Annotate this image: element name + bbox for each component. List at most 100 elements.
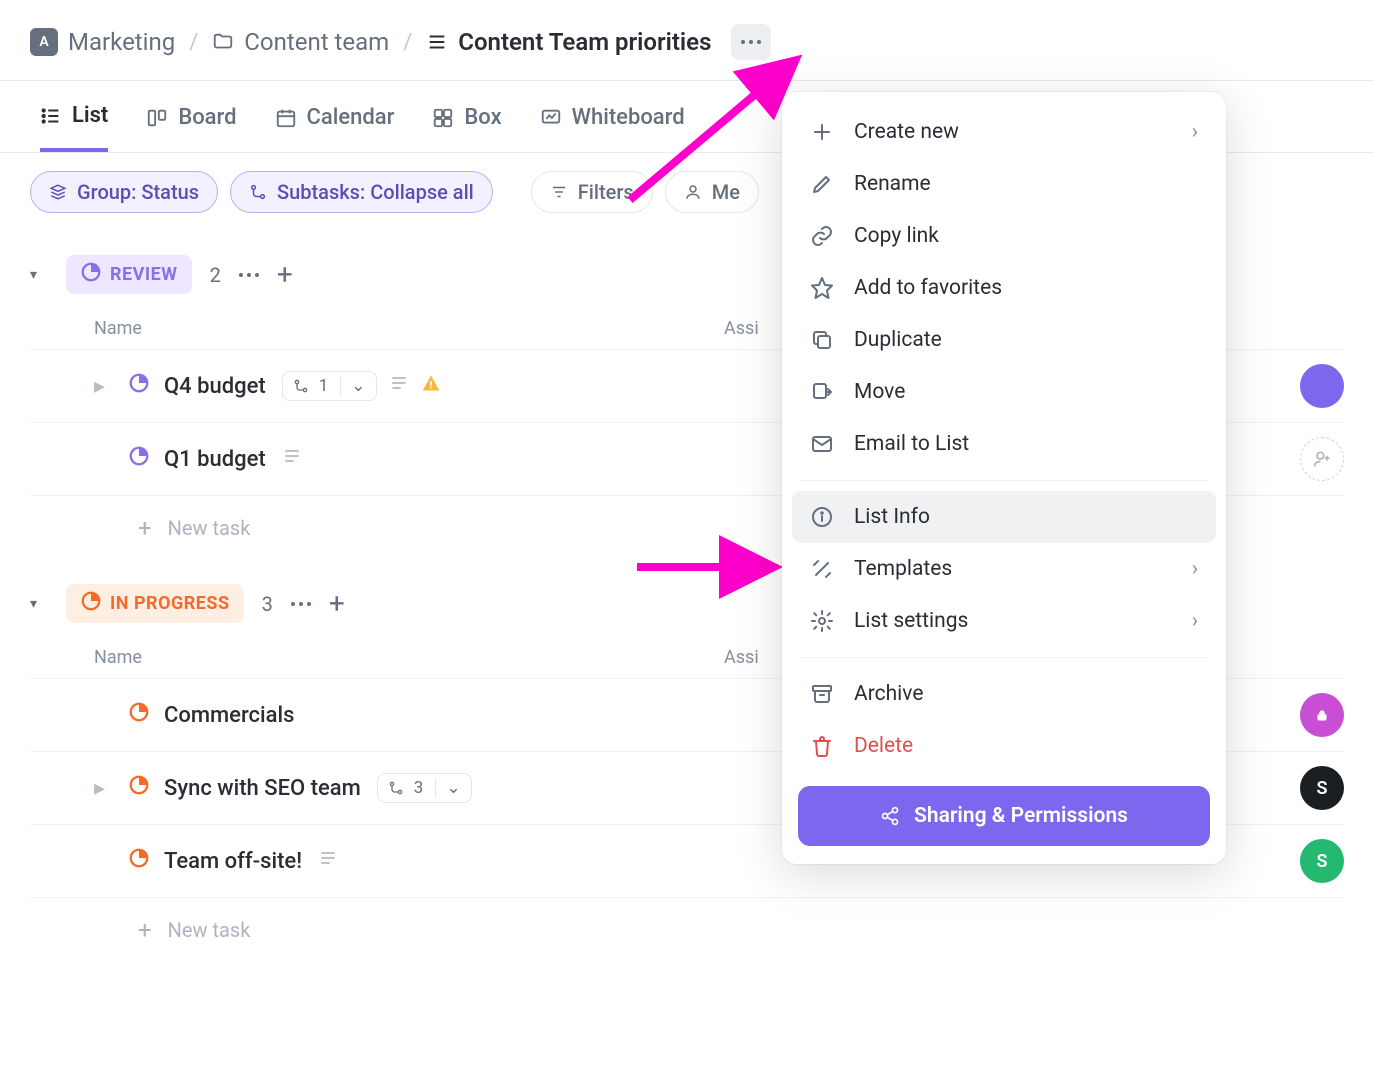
chevron-right-icon: › [1192,120,1198,144]
menu-item-label: Duplicate [854,328,942,352]
status-icon [80,590,102,617]
menu-item-label: List settings [854,609,968,633]
me-button[interactable]: Me [665,171,759,213]
tab-list[interactable]: List [40,103,108,152]
menu-item-delete[interactable]: Delete [782,720,1226,772]
menu-item-copylink[interactable]: Copy link [782,210,1226,262]
new-task-button[interactable]: + New task [30,898,1344,962]
plus-icon [810,120,834,144]
menu-item-rename[interactable]: Rename [782,158,1226,210]
subtask-count-pill[interactable]: 3⌄ [377,773,472,803]
menu-item-favorite[interactable]: Add to favorites [782,262,1226,314]
group-pill[interactable]: Group: Status [30,171,218,213]
task-name: Commercials [164,703,294,728]
description-icon [318,848,338,874]
description-icon [282,446,302,472]
assignee-avatar[interactable]: S [1300,839,1344,883]
task-status-icon[interactable] [128,372,150,400]
task-status-icon[interactable] [128,847,150,875]
chevron-down-icon: ⌄ [435,778,460,798]
filters-button[interactable]: Filters [531,171,653,213]
menu-item-archive[interactable]: Archive [782,668,1226,720]
section-more-button[interactable] [291,602,311,606]
list-icon [40,105,62,127]
group-pill-label: Group: Status [77,180,199,204]
tab-calendar[interactable]: Calendar [275,105,395,150]
menu-item-templates[interactable]: Templates › [782,543,1226,595]
task-status-icon[interactable] [128,701,150,729]
tab-label: Board [178,105,236,130]
breadcrumb-space[interactable]: A Marketing [30,28,175,56]
gear-icon [810,609,834,633]
menu-item-label: Archive [854,682,923,706]
menu-item-label: Copy link [854,224,939,248]
tab-box[interactable]: Box [432,105,501,150]
expand-toggle[interactable]: ▸ [94,374,114,399]
task-name: Q4 budget [164,374,266,399]
menu-item-label: Delete [854,734,913,758]
list-icon [426,31,448,53]
description-icon [389,373,409,399]
whiteboard-icon [540,107,562,129]
breadcrumb-list[interactable]: Content Team priorities [426,28,711,56]
status-label: IN PROGRESS [110,593,230,614]
col-name: Name [94,318,724,339]
subtask-icon [249,183,267,201]
tab-whiteboard[interactable]: Whiteboard [540,105,685,150]
subtasks-pill[interactable]: Subtasks: Collapse all [230,171,493,213]
section-collapse-toggle[interactable]: ▾ [30,267,48,283]
breadcrumb-sep: / [189,30,198,55]
section-more-button[interactable] [239,273,259,277]
assignee-avatar[interactable] [1300,364,1344,408]
expand-toggle[interactable]: ▸ [94,776,114,801]
space-icon: A [30,28,58,56]
task-name: Sync with SEO team [164,776,361,801]
warning-icon [421,373,441,399]
tab-board[interactable]: Board [146,105,236,150]
menu-item-settings[interactable]: List settings › [782,595,1226,647]
board-icon [146,107,168,129]
status-badge[interactable]: REVIEW [66,255,192,294]
section-add-button[interactable]: + [277,258,293,291]
assignee-avatar[interactable] [1300,693,1344,737]
list-more-button[interactable] [731,24,771,60]
task-status-icon[interactable] [128,774,150,802]
subtasks-pill-label: Subtasks: Collapse all [277,180,474,204]
breadcrumb-folder-label: Content team [244,28,389,56]
info-icon [810,505,834,529]
new-task-label: New task [168,516,251,540]
star-icon [810,276,834,300]
wand-icon [810,557,834,581]
sharing-permissions-button[interactable]: Sharing & Permissions [798,786,1210,846]
menu-item-label: Create new [854,120,959,144]
menu-item-label: List Info [854,505,930,529]
task-name: Q1 budget [164,447,266,472]
dots-icon [741,40,761,44]
section-add-button[interactable]: + [329,587,345,620]
menu-item-create[interactable]: Create new › [782,106,1226,158]
tab-label: List [72,103,108,128]
menu-item-label: Move [854,380,905,404]
menu-item-label: Templates [854,557,952,581]
menu-item-listinfo[interactable]: List Info [792,491,1216,543]
menu-item-label: Rename [854,172,931,196]
menu-item-move[interactable]: Move [782,366,1226,418]
breadcrumb-folder[interactable]: Content team [212,28,389,56]
breadcrumb: A Marketing / Content team / Content Tea… [0,0,1374,80]
col-name: Name [94,647,724,668]
share-icon [880,806,900,826]
assignee-avatar[interactable]: S [1300,766,1344,810]
menu-item-email[interactable]: Email to List [782,418,1226,470]
chevron-right-icon: › [1192,557,1198,581]
status-badge[interactable]: IN PROGRESS [66,584,244,623]
task-status-icon[interactable] [128,445,150,473]
menu-item-duplicate[interactable]: Duplicate [782,314,1226,366]
task-name: Team off-site! [164,849,302,874]
plus-icon: + [138,916,152,944]
section-collapse-toggle[interactable]: ▾ [30,596,48,612]
assignee-empty[interactable] [1300,437,1344,481]
chevron-down-icon: ⌄ [340,376,365,396]
context-menu: Create new › Rename Copy link Add to fav… [782,92,1226,864]
subtask-count-pill[interactable]: 1⌄ [282,371,377,401]
subtask-count: 1 [319,376,329,396]
